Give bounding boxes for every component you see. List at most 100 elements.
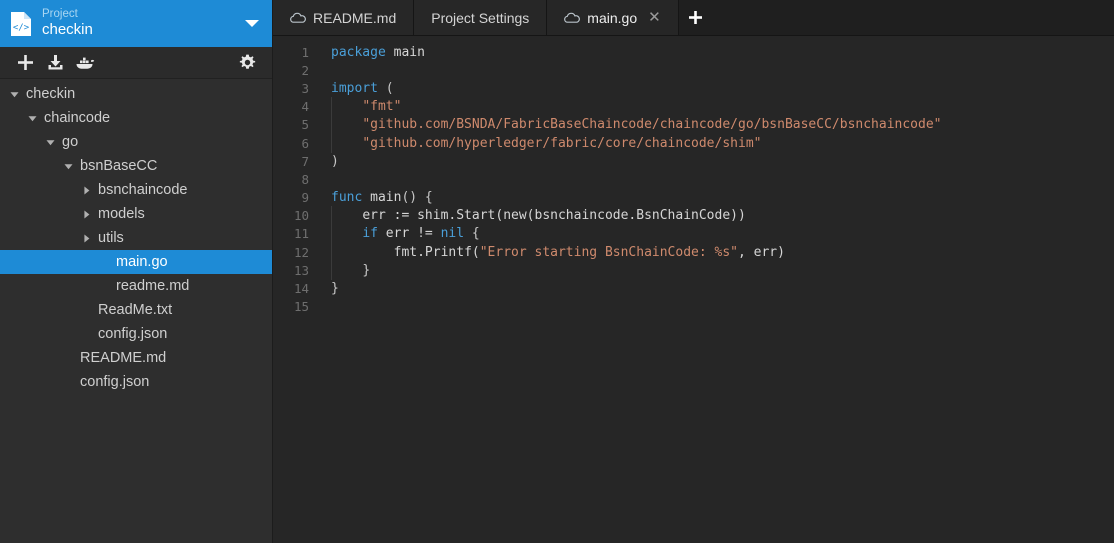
tree-file-row[interactable]: main.go [0,250,272,274]
project-header[interactable]: </> Project checkin [0,0,272,47]
tree-item-label: bsnchaincode [98,182,188,198]
line-number: 15 [293,299,309,315]
docker-whale-icon[interactable] [70,50,100,76]
line-number: 4 [301,99,309,115]
code-token: () { [401,190,433,206]
tree-folder-row[interactable]: utils [0,226,272,250]
new-tab-button[interactable] [679,0,713,35]
tree-folder-row[interactable]: go [0,130,272,154]
line-number: 11 [293,226,309,242]
tree-folder-row[interactable]: models [0,202,272,226]
code-line: 5 "github.com/BSNDA/FabricBaseChaincode/… [273,115,1114,135]
tree-file-row[interactable]: readme.md [0,274,272,298]
code-line: 3 import ( [273,79,1114,97]
project-sidebar: </> Project checkin checkin chaincode go… [0,0,273,543]
code-line: 11 if err != nil { [273,224,1114,244]
tree-file-row[interactable]: config.json [0,322,272,346]
project-name: checkin [42,21,93,39]
tree-item-label: utils [98,230,124,246]
editor-tab-label: Project Settings [431,9,530,26]
caret-right-icon[interactable] [78,206,94,222]
editor-tab[interactable]: Project Settings [414,0,548,35]
code-line-content: "fmt" [321,97,402,117]
caret-down-icon[interactable] [24,110,40,126]
line-number: 8 [301,171,309,187]
code-token: ( [385,80,394,96]
code-line: 14} [273,279,1114,297]
editor-tabbar: README.md Project Settings main.go ✕ [273,0,1114,36]
caret-right-icon[interactable] [78,230,94,246]
code-editor[interactable]: 1 package main 2 3 import (4 "fmt" 5 "github.… [273,36,1114,543]
tree-item-label: chaincode [44,110,111,126]
line-number: 7 [301,153,309,169]
tree-file-row[interactable]: README.md [0,346,272,370]
ide-window: </> Project checkin checkin chaincode go… [0,0,1114,543]
code-line: 15 [273,298,1114,316]
editor-tab-label: main.go [587,9,638,26]
code-file-icon: </> [10,11,32,37]
code-line: 2 [273,61,1114,79]
tree-item-label: readme.md [116,278,190,294]
caret-down-icon[interactable] [6,86,22,102]
code-line: 8 [273,170,1114,188]
caret-down-icon[interactable] [42,134,58,150]
tree-item-label: go [62,134,79,150]
close-icon[interactable]: ✕ [648,10,661,25]
code-line-content: } [321,281,339,296]
indent-guide [331,97,332,117]
code-token: "github.com/BSNDA/FabricBaseChaincode/ch… [362,117,942,133]
tabbar-empty-area [712,0,1114,35]
tree-item-label: config.json [98,326,168,342]
line-number: 3 [301,80,309,96]
editor-tab-label: README.md [313,9,397,26]
code-line-content: err := shim.Start(new(bsnchaincode.BsnCh… [321,206,746,226]
code-token: fmt.Printf( [393,244,480,260]
code-line: 4 "fmt" [273,97,1114,117]
gear-icon[interactable] [232,50,262,76]
code-token: } [331,281,339,297]
sidebar-toolbar [0,47,272,79]
indent-guide [331,206,332,226]
code-line: 13 } [273,260,1114,280]
code-line-content: "github.com/BSNDA/FabricBaseChaincode/ch… [321,115,942,135]
editor-tab[interactable]: main.go ✕ [547,0,679,35]
code-token: main [393,44,425,60]
chevron-down-icon[interactable] [244,15,260,33]
tree-folder-row[interactable]: bsnchaincode [0,178,272,202]
editor-pane: README.md Project Settings main.go ✕ 1 packa… [273,0,1114,543]
tree-item-label: ReadMe.txt [98,302,173,318]
editor-tab[interactable]: README.md [273,0,415,35]
code-token: } [362,262,371,278]
tree-item-label: models [98,206,145,222]
indent-guide [331,115,332,135]
tree-file-row[interactable]: config.json [0,370,272,394]
code-token: import [331,80,386,96]
code-token: err := shim.Start(new(bsnchaincode.BsnCh… [362,208,746,224]
caret-down-icon[interactable] [60,158,76,174]
indent-guide [331,242,332,262]
tree-item-label: README.md [80,350,167,366]
code-token: err != [385,226,441,242]
tree-folder-row[interactable]: checkin [0,82,272,106]
add-icon[interactable] [10,50,40,76]
tree-file-row[interactable]: ReadMe.txt [0,298,272,322]
import-icon[interactable] [40,50,70,76]
tree-folder-row[interactable]: bsnBaseCC [0,154,272,178]
svg-text:</>: </> [13,23,30,33]
code-token: , err) [738,244,785,260]
code-token: { [464,226,480,242]
cloud-icon [564,12,581,24]
tree-folder-row[interactable]: chaincode [0,106,272,130]
indent-guide [331,260,332,280]
line-number: 12 [293,244,309,260]
code-token: main [370,190,402,206]
code-token: "fmt" [362,99,402,115]
line-number: 6 [301,135,309,151]
code-line: 10 err := shim.Start(new(bsnchaincode.Bs… [273,206,1114,226]
code-token: "github.com/hyperledger/fabric/core/chai… [362,135,762,151]
caret-right-icon[interactable] [78,182,94,198]
